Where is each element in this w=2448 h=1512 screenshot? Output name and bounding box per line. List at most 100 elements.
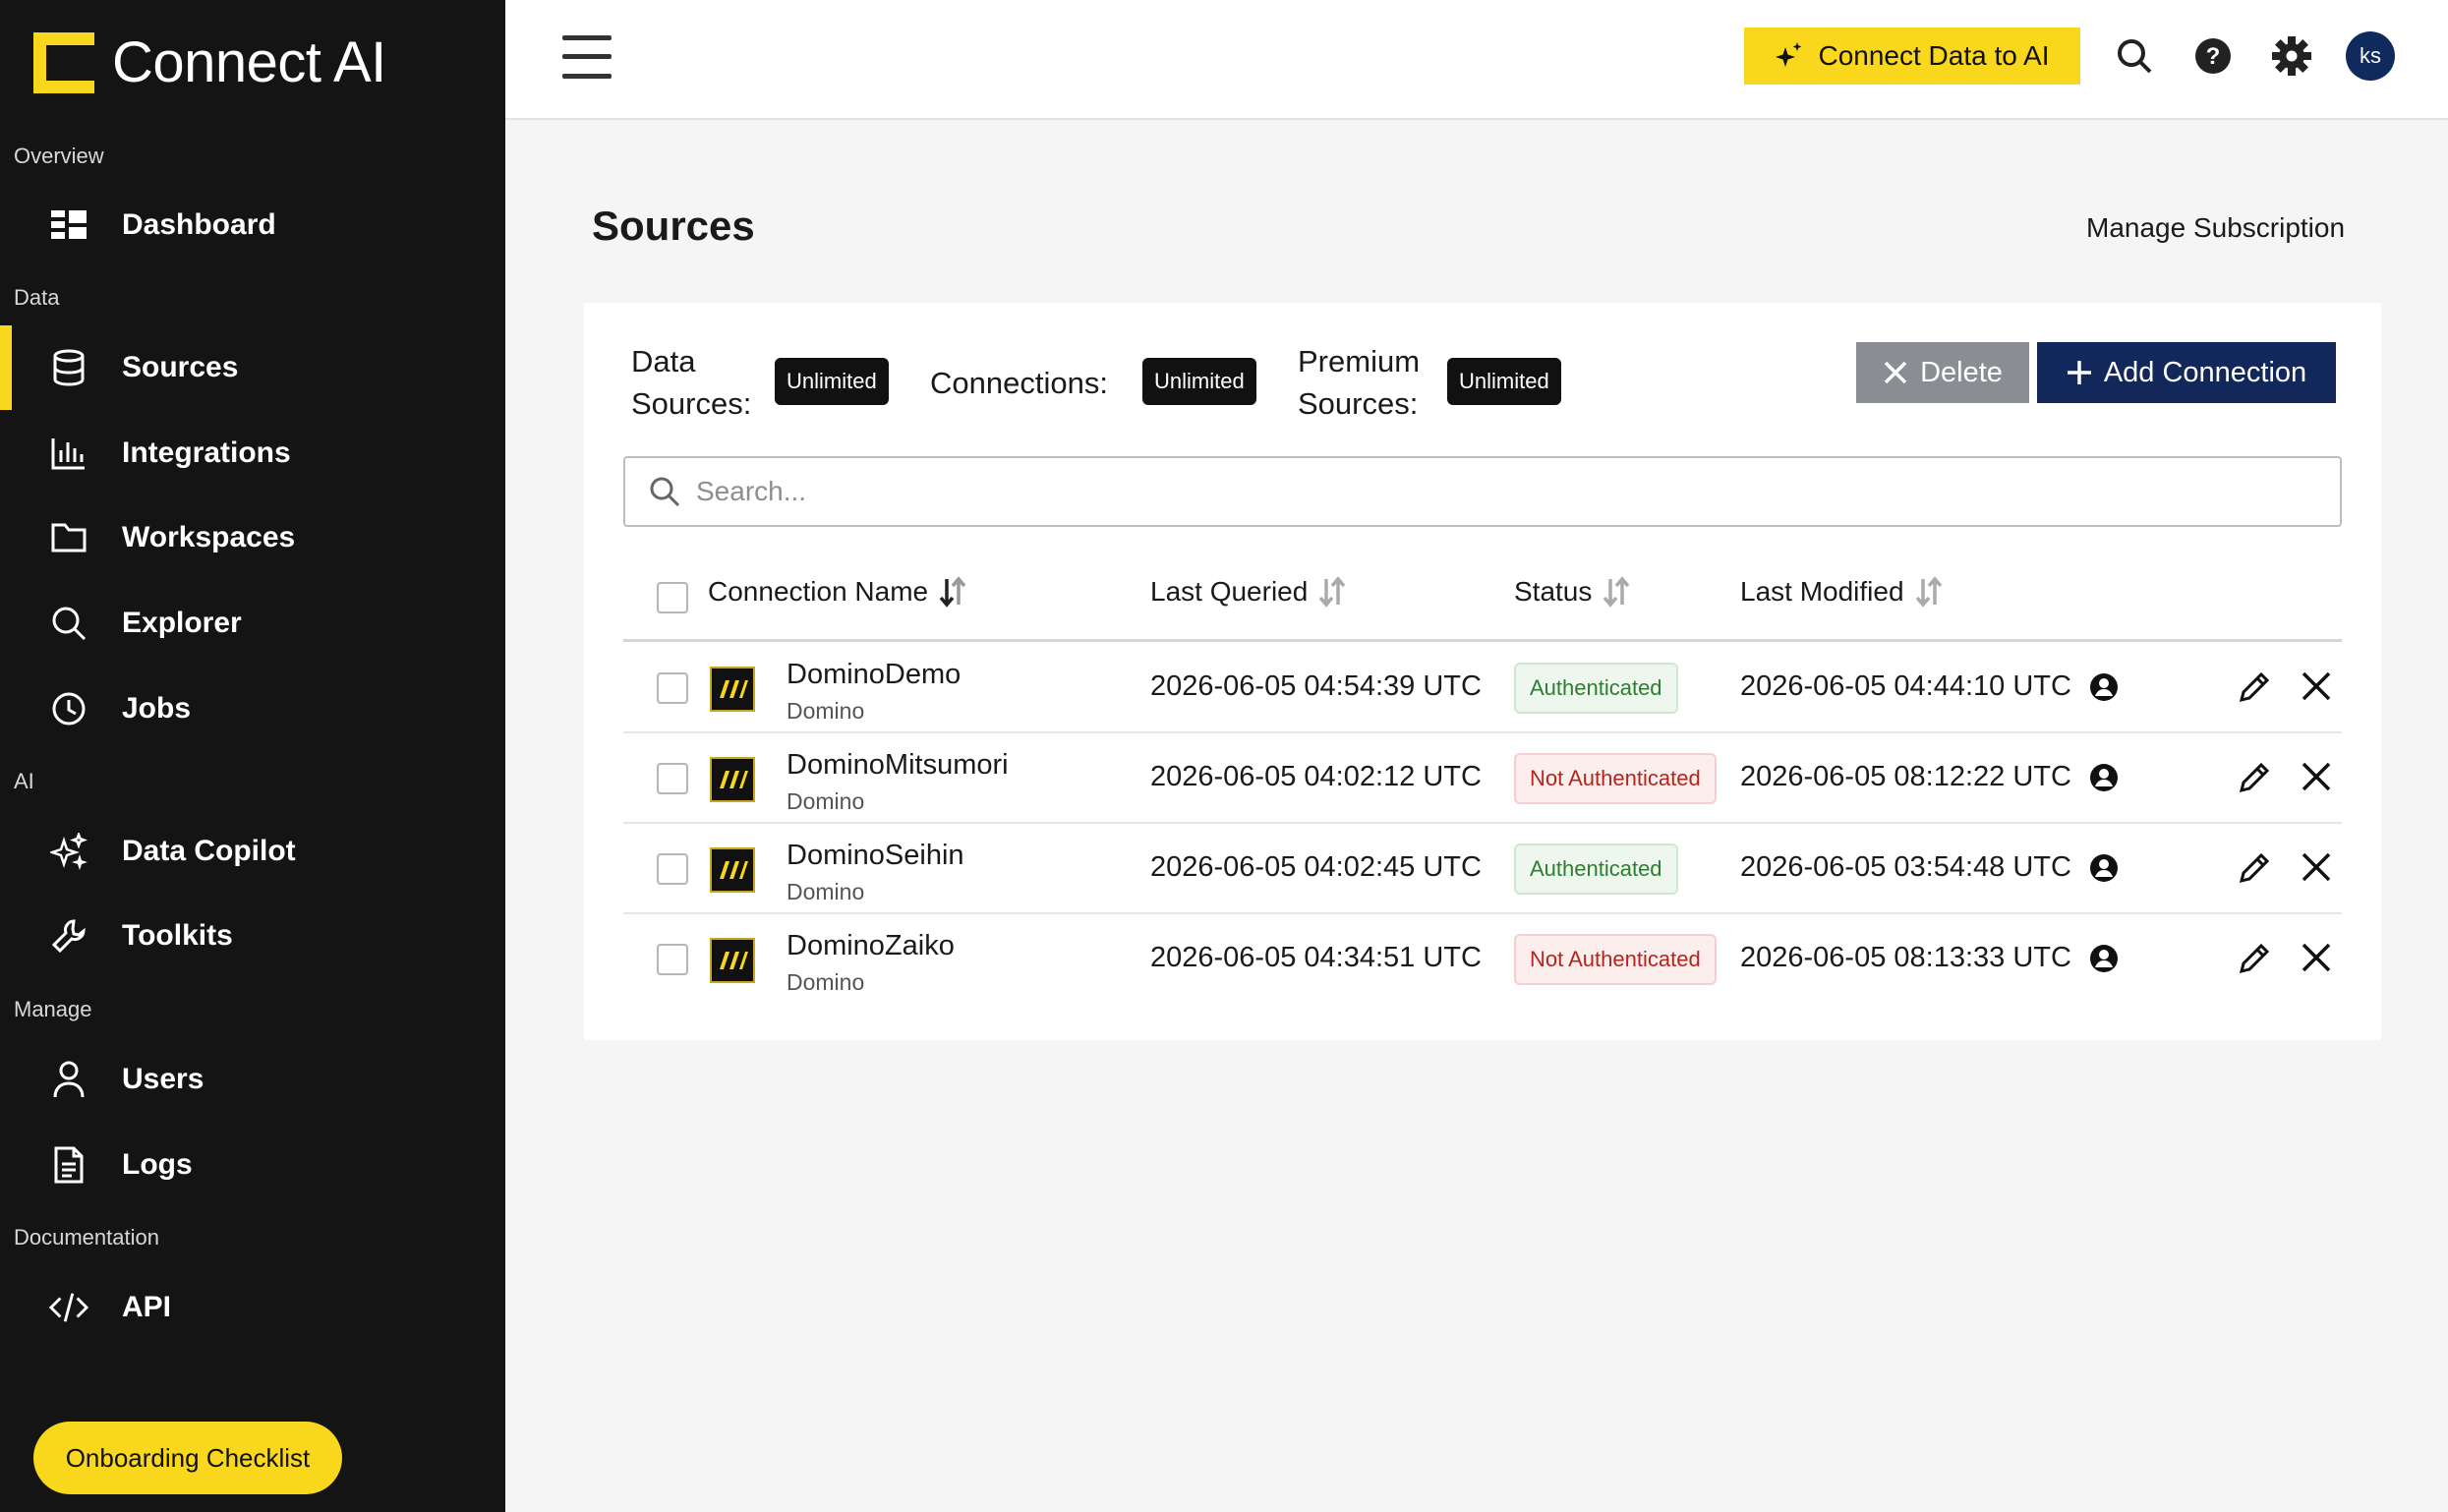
delete-x-icon[interactable] <box>2301 670 2332 702</box>
table-row[interactable]: DominoSeihin Domino 2026-06-05 04:02:45 … <box>623 824 2342 914</box>
quota-label-line: Sources: <box>631 386 752 421</box>
connection-type: Domino <box>787 969 865 995</box>
dashboard-icon <box>49 205 88 245</box>
sidebar-item-label: Data Copilot <box>122 835 296 867</box>
sidebar-item-logs[interactable]: Logs <box>0 1123 505 1207</box>
database-icon <box>49 348 88 387</box>
sidebar-item-api[interactable]: API <box>0 1265 505 1350</box>
row-checkbox[interactable] <box>657 944 688 975</box>
row-checkbox[interactable] <box>657 763 688 794</box>
domino-icon <box>710 667 755 712</box>
row-checkbox[interactable] <box>657 853 688 885</box>
connection-name[interactable]: DominoSeihin <box>787 840 964 872</box>
user-circle-icon <box>2089 672 2118 701</box>
help-icon[interactable]: ? <box>2190 33 2236 79</box>
last-modified-value: 2026-06-05 08:12:22 UTC <box>1740 761 2071 792</box>
search-input[interactable] <box>696 468 2308 515</box>
connect-data-to-ai-button[interactable]: Connect Data to AI <box>1744 28 2080 85</box>
sidebar-item-label: Dashboard <box>122 208 276 241</box>
column-header-last-modified[interactable]: Last Modified <box>1740 576 1944 608</box>
edit-pencil-icon[interactable] <box>2238 942 2271 975</box>
logo[interactable]: Connect AI <box>33 29 386 95</box>
code-icon <box>49 1288 88 1327</box>
row-checkbox[interactable] <box>657 672 688 704</box>
sidebar-item-explorer[interactable]: Explorer <box>0 581 505 666</box>
page-title: Sources <box>592 203 755 249</box>
sidebar-item-toolkits[interactable]: Toolkits <box>0 894 505 978</box>
connection-name[interactable]: DominoZaiko <box>787 930 955 962</box>
chart-icon <box>49 434 88 473</box>
sort-icon <box>939 576 966 608</box>
edit-pencil-icon[interactable] <box>2238 670 2271 704</box>
sidebar-item-users[interactable]: Users <box>0 1037 505 1122</box>
sidebar-item-integrations[interactable]: Integrations <box>0 411 505 495</box>
last-modified: 2026-06-05 03:54:48 UTC <box>1740 851 2119 884</box>
delete-x-icon[interactable] <box>2301 761 2332 792</box>
onboarding-checklist-button[interactable]: Onboarding Checklist <box>33 1422 342 1494</box>
document-icon <box>49 1145 88 1185</box>
last-modified: 2026-06-05 08:12:22 UTC <box>1740 761 2119 793</box>
plus-icon <box>2067 361 2091 384</box>
sidebar-item-sources[interactable]: Sources <box>0 325 505 410</box>
last-modified-value: 2026-06-05 08:13:33 UTC <box>1740 942 2071 973</box>
sidebar-item-label: Jobs <box>122 692 192 725</box>
user-circle-icon <box>2089 763 2118 791</box>
quota-label-line: Sources: <box>1298 386 1419 421</box>
sidebar-item-label: Workspaces <box>122 521 296 553</box>
last-modified-value: 2026-06-05 04:44:10 UTC <box>1740 670 2071 702</box>
quota-premium-sources-label: Premium Sources: <box>1298 340 1420 425</box>
search-icon[interactable] <box>2112 33 2157 79</box>
sidebar-item-label: API <box>122 1291 172 1323</box>
hamburger-menu-icon[interactable] <box>562 35 612 79</box>
column-header-connection-name[interactable]: Connection Name <box>708 576 967 608</box>
avatar[interactable]: ks <box>2346 31 2395 81</box>
connection-name[interactable]: DominoDemo <box>787 659 961 691</box>
data-sources-quota-badge: Unlimited <box>775 358 889 405</box>
quota-connections-label: Connections: <box>930 366 1108 400</box>
column-label: Last Queried <box>1150 576 1309 607</box>
cta-label: Connect Data to AI <box>1818 40 2050 71</box>
column-header-last-queried[interactable]: Last Queried <box>1150 576 1347 608</box>
connection-name[interactable]: DominoMitsumori <box>787 749 1009 782</box>
sources-card: Data Sources: Unlimited Connections: Unl… <box>584 303 2381 1040</box>
sidebar-item-label: Users <box>122 1063 204 1095</box>
search-box <box>623 456 2342 527</box>
sidebar-item-label: Toolkits <box>122 919 233 952</box>
select-all-checkbox[interactable] <box>657 582 688 613</box>
add-connection-button[interactable]: Add Connection <box>2037 342 2336 403</box>
status-badge: Not Authenticated <box>1514 934 1717 985</box>
delete-x-icon[interactable] <box>2301 942 2332 973</box>
connection-type: Domino <box>787 788 865 814</box>
sort-icon <box>1915 576 1942 608</box>
sidebar-item-label: Integrations <box>122 436 291 469</box>
gear-icon[interactable] <box>2269 33 2314 79</box>
sidebar-item-label: Sources <box>122 351 239 383</box>
manage-subscription-link[interactable]: Manage Subscription <box>2086 212 2345 244</box>
sidebar-item-data-copilot[interactable]: Data Copilot <box>0 809 505 894</box>
sidebar-item-workspaces[interactable]: Workspaces <box>0 495 505 580</box>
table-row[interactable]: DominoMitsumori Domino 2026-06-05 04:02:… <box>623 733 2342 824</box>
connection-type: Domino <box>787 879 865 904</box>
folder-icon <box>49 518 88 557</box>
last-queried: 2026-06-05 04:34:51 UTC <box>1150 942 1482 973</box>
top-header: Connect Data to AI ? ks <box>505 0 2448 120</box>
column-header-status[interactable]: Status <box>1514 576 1631 608</box>
last-queried: 2026-06-05 04:02:45 UTC <box>1150 851 1482 883</box>
search-icon <box>49 604 88 643</box>
status-badge: Authenticated <box>1514 663 1678 714</box>
column-label: Connection Name <box>708 576 929 607</box>
connect-logo-icon <box>33 31 94 93</box>
table-row[interactable]: DominoDemo Domino 2026-06-05 04:54:39 UT… <box>623 643 2342 733</box>
sparkle-icon <box>1776 42 1802 67</box>
sidebar-item-jobs[interactable]: Jobs <box>0 667 505 751</box>
sidebar-item-dashboard[interactable]: Dashboard <box>0 183 505 267</box>
delete-button[interactable]: Delete <box>1856 342 2029 403</box>
edit-pencil-icon[interactable] <box>2238 851 2271 885</box>
svg-text:?: ? <box>2206 43 2221 70</box>
edit-pencil-icon[interactable] <box>2238 761 2271 794</box>
delete-x-icon[interactable] <box>2301 851 2332 883</box>
table-header-divider <box>623 639 2342 642</box>
column-label: Status <box>1514 576 1593 607</box>
table-row[interactable]: DominoZaiko Domino 2026-06-05 04:34:51 U… <box>623 914 2342 1005</box>
sidebar-item-label: Explorer <box>122 607 242 639</box>
